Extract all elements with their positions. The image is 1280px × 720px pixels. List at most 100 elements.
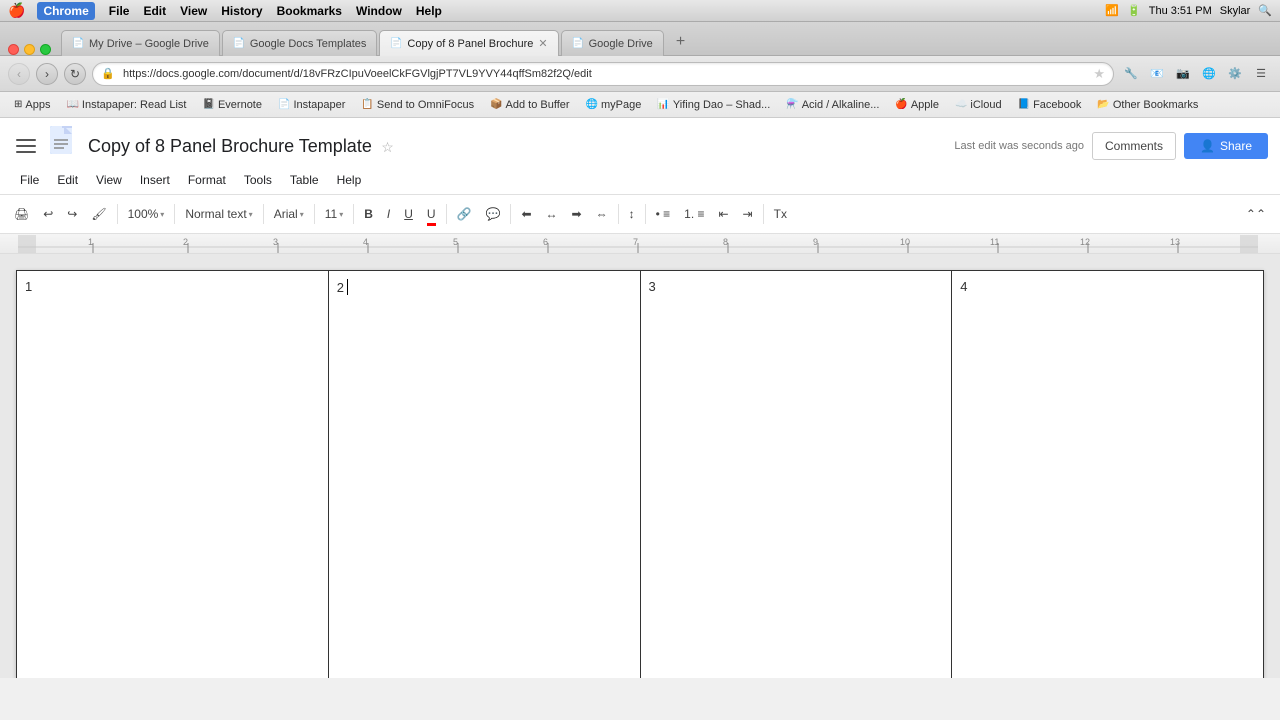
bookmark-omnifocus[interactable]: 📋 Send to OmniFocus (355, 97, 480, 113)
docs-menu-table[interactable]: Table (282, 169, 327, 191)
redo-button[interactable]: ↪ (61, 200, 83, 228)
doc-star-icon[interactable]: ☆ (381, 139, 394, 155)
maximize-window-btn[interactable] (40, 44, 51, 55)
menu-line-2 (16, 145, 36, 147)
bookmark-facebook[interactable]: 📘 Facebook (1012, 97, 1088, 113)
tab-close-brochure[interactable]: ✕ (538, 37, 547, 50)
comments-button[interactable]: Comments (1092, 132, 1176, 160)
insert-link-button[interactable]: 🔗 (451, 200, 478, 228)
align-justify-button[interactable]: ⇔ (590, 200, 614, 228)
window-menu[interactable]: Window (356, 4, 402, 18)
bookmark-acid[interactable]: ⚗️ Acid / Alkaline... (780, 97, 885, 113)
bookmark-apple-label: Apple (911, 99, 939, 111)
bookmark-apps[interactable]: ⊞ Apps (8, 97, 56, 113)
reload-button[interactable]: ↻ (64, 63, 86, 85)
bookmark-mypage[interactable]: 🌐 myPage (580, 97, 648, 113)
toolbar-sep-10 (763, 204, 764, 224)
font-dropdown[interactable]: Arial ▾ (268, 200, 310, 228)
apps-favicon: ⊞ (14, 99, 22, 110)
underline-button[interactable]: U (398, 200, 419, 228)
docs-menu-icon[interactable] (12, 132, 40, 160)
undo-button[interactable]: ↩ (37, 200, 59, 228)
tab-google-docs-templates[interactable]: 📄 Google Docs Templates (222, 30, 378, 56)
tab-favicon-drive: 📄 (572, 38, 584, 50)
docs-toolbar: 🖨 ↩ ↪ 🖌 100% ▾ Normal text ▾ Arial ▾ 11 (0, 194, 1280, 234)
text-color-bar (427, 223, 436, 226)
bookmarks-menu[interactable]: Bookmarks (277, 4, 342, 18)
bookmark-omnifocus-label: Send to OmniFocus (377, 99, 474, 111)
bookmark-buffer[interactable]: 📦 Add to Buffer (484, 97, 575, 113)
docs-menu-view[interactable]: View (88, 169, 130, 191)
bookmark-apple[interactable]: 🍎 Apple (889, 97, 945, 113)
bookmark-acid-label: Acid / Alkaline... (802, 99, 880, 111)
extension-icon-2[interactable]: 📧 (1146, 63, 1168, 85)
paint-format-button[interactable]: 🖌 (85, 200, 112, 228)
back-button[interactable]: ‹ (8, 63, 30, 85)
bookmark-instapaper-read[interactable]: 📖 Instapaper: Read List (60, 97, 192, 113)
panel-1[interactable]: 1 (17, 271, 329, 679)
tab-brochure[interactable]: 📄 Copy of 8 Panel Brochure ✕ (379, 30, 558, 56)
help-menu[interactable]: Help (416, 4, 442, 18)
docs-menu-edit[interactable]: Edit (49, 169, 86, 191)
share-button[interactable]: 👤 Share (1184, 133, 1268, 159)
toolbar-sep-3 (263, 204, 264, 224)
panel-4[interactable]: 4 (952, 271, 1264, 679)
minimize-window-btn[interactable] (24, 44, 35, 55)
extension-icon-1[interactable]: 🔧 (1120, 63, 1142, 85)
collapse-toolbar-button[interactable]: ⌃⌃ (1240, 200, 1272, 228)
new-tab-button[interactable]: + (670, 29, 691, 55)
increase-indent-button[interactable]: ⇥ (737, 200, 759, 228)
docs-menu-file[interactable]: File (12, 169, 47, 191)
style-dropdown[interactable]: Normal text ▾ (179, 200, 258, 228)
docs-menu-insert[interactable]: Insert (132, 169, 178, 191)
chrome-menu[interactable]: Chrome (37, 2, 94, 20)
apple-menu[interactable]: 🍎 (8, 2, 25, 19)
bookmark-yifing[interactable]: 📊 Yifing Dao – Shad... (651, 97, 776, 113)
bookmark-star-icon[interactable]: ★ (1093, 66, 1105, 82)
docs-app: Copy of 8 Panel Brochure Template ☆ Last… (0, 118, 1280, 678)
bookmark-instapaper-label: Instapaper (293, 99, 345, 111)
edit-menu[interactable]: Edit (143, 4, 166, 18)
italic-button[interactable]: I (381, 200, 396, 228)
search-icon[interactable]: 🔍 (1258, 4, 1272, 17)
tab-google-drive[interactable]: 📄 Google Drive (561, 30, 664, 56)
numbered-list-button[interactable]: 1. ≡ (678, 200, 710, 228)
bold-button[interactable]: B (358, 200, 379, 228)
bookmark-other[interactable]: 📂 Other Bookmarks (1091, 97, 1204, 113)
view-menu[interactable]: View (180, 4, 207, 18)
line-spacing-button[interactable]: ↕ (623, 200, 641, 228)
align-center-button[interactable]: ↔ (540, 200, 564, 228)
file-menu[interactable]: File (109, 4, 130, 18)
chrome-settings-icon[interactable]: ☰ (1250, 63, 1272, 85)
zoom-dropdown[interactable]: 100% ▾ (122, 200, 171, 228)
extension-icon-5[interactable]: ⚙️ (1224, 63, 1246, 85)
bookmark-instapaper[interactable]: 📄 Instapaper (272, 97, 351, 113)
bookmark-evernote[interactable]: 📓 Evernote (197, 97, 268, 113)
history-menu[interactable]: History (221, 4, 262, 18)
forward-button[interactable]: › (36, 63, 58, 85)
clear-formatting-button[interactable]: Tx (768, 200, 793, 228)
insert-comment-button[interactable]: 💬 (480, 200, 507, 228)
tab-title-my-drive: My Drive – Google Drive (89, 38, 209, 50)
docs-menu-format[interactable]: Format (180, 169, 234, 191)
extension-icon-3[interactable]: 📷 (1172, 63, 1194, 85)
bulleted-list-button[interactable]: • ≡ (650, 200, 677, 228)
decrease-indent-button[interactable]: ⇤ (712, 200, 734, 228)
docs-menu-tools[interactable]: Tools (236, 169, 280, 191)
font-size-dropdown[interactable]: 11 ▾ (319, 200, 349, 228)
panel-3[interactable]: 3 (640, 271, 952, 679)
close-window-btn[interactable] (8, 44, 19, 55)
bookmark-icloud[interactable]: ☁️ iCloud (949, 97, 1008, 113)
doc-title[interactable]: Copy of 8 Panel Brochure Template (88, 136, 372, 156)
print-button[interactable]: 🖨 (8, 200, 35, 228)
extension-icon-4[interactable]: 🌐 (1198, 63, 1220, 85)
panel-2[interactable]: 2 (328, 271, 640, 679)
address-bar[interactable]: 🔒 https://docs.google.com/document/d/18v… (92, 62, 1114, 86)
docs-menu-help[interactable]: Help (329, 169, 370, 191)
align-left-button[interactable]: ⬅ (515, 200, 537, 228)
align-right-button[interactable]: ➡ (566, 200, 588, 228)
text-color-button[interactable]: U (421, 200, 442, 228)
doc-area[interactable]: 1 2 3 4 (0, 254, 1280, 678)
browser-toolbar-icons: 🔧 📧 📷 🌐 ⚙️ ☰ (1120, 63, 1272, 85)
tab-my-drive[interactable]: 📄 My Drive – Google Drive (61, 30, 220, 56)
